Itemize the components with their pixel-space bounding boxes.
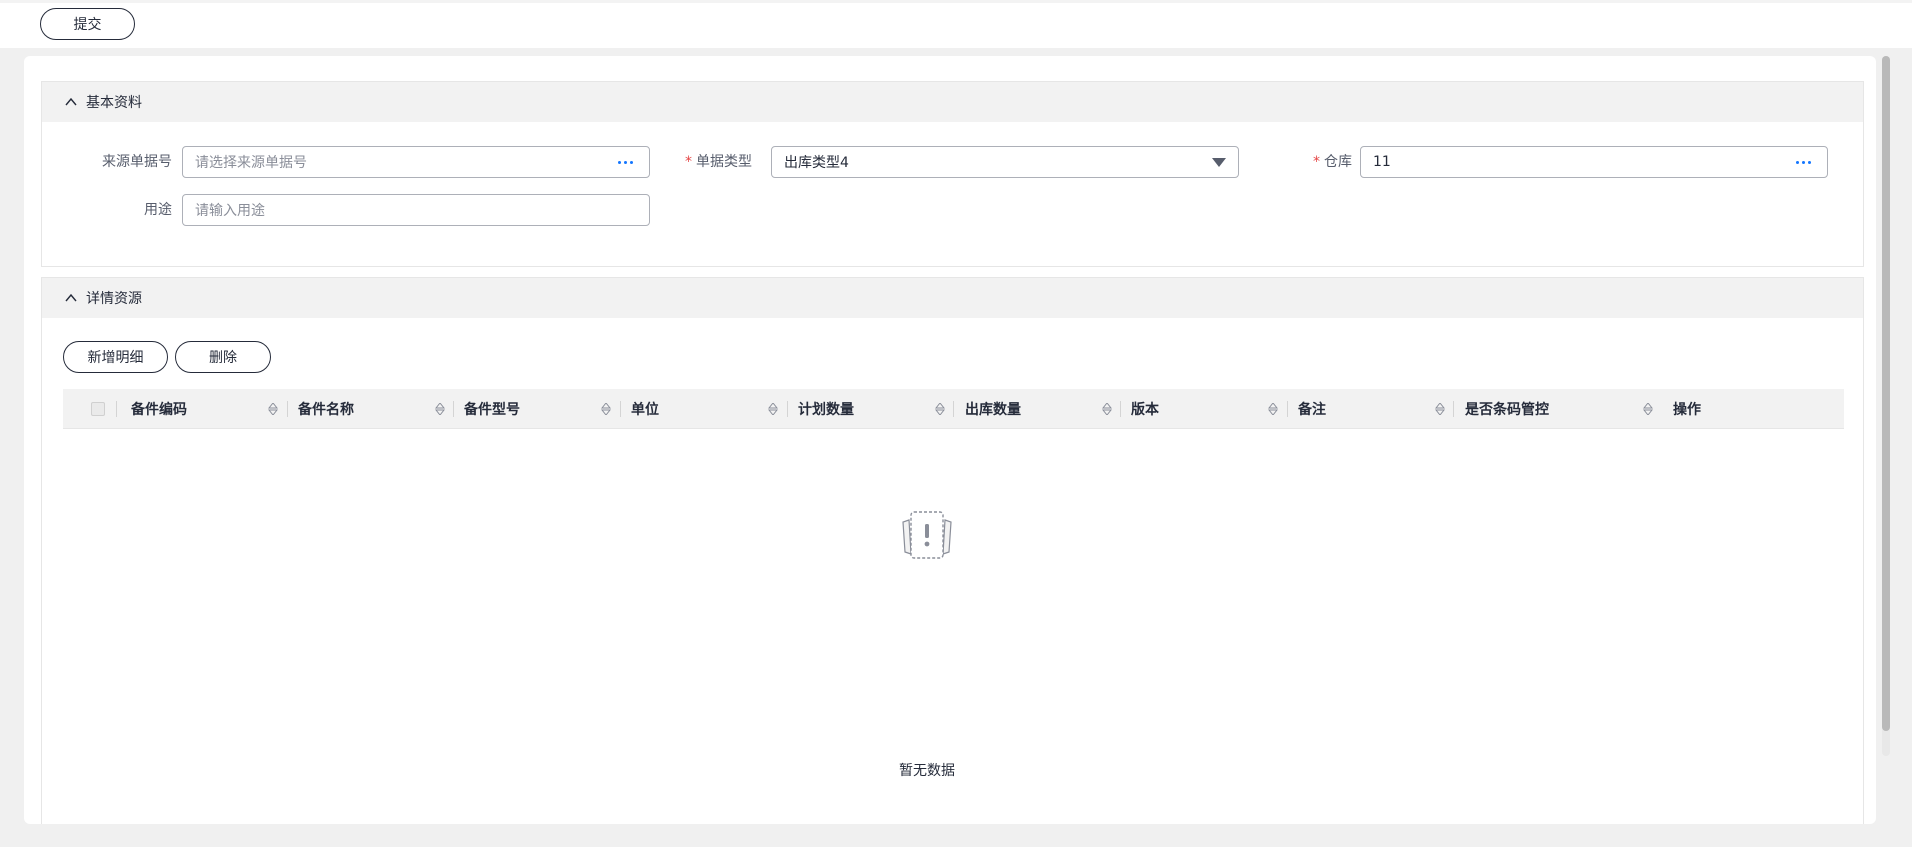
form-panel: 基本资料 来源单据号 请选择来源单据号 * 单据类型 出库类型4 * 仓库 11 用…: [24, 56, 1876, 824]
detail-header[interactable]: 详情资源: [42, 278, 1863, 318]
sort-icon[interactable]: [1435, 403, 1445, 415]
column-header[interactable]: 备件编码: [131, 389, 187, 429]
submit-button[interactable]: 提交: [40, 8, 135, 40]
sort-icon[interactable]: [768, 403, 778, 415]
chevron-up-icon: [65, 97, 77, 106]
doc-type-value: 出库类型4: [784, 155, 849, 171]
sort-icon[interactable]: [1268, 403, 1278, 415]
column-header[interactable]: 备件型号: [464, 389, 520, 429]
empty-state-text: 暂无数据: [899, 763, 955, 779]
purpose-placeholder: 请输入用途: [195, 203, 265, 219]
empty-state-icon: [902, 511, 952, 559]
chevron-up-icon: [65, 293, 77, 302]
source-no-label: 来源单据号: [102, 154, 172, 170]
sort-icon[interactable]: [1102, 403, 1112, 415]
column-header[interactable]: 备件名称: [298, 389, 354, 429]
sort-icon[interactable]: [435, 403, 445, 415]
table-header: 备件编码 备件名称 备件型号 单位 计划数量 出库数量 版本 备注 是否条码管控…: [63, 389, 1844, 429]
column-header[interactable]: 单位: [631, 389, 659, 429]
purpose-label: 用途: [144, 202, 172, 218]
source-no-placeholder: 请选择来源单据号: [195, 155, 307, 171]
warehouse-value: 11: [1373, 154, 1391, 170]
dropdown-caret-icon: [1212, 158, 1226, 167]
basic-info-section: 基本资料 来源单据号 请选择来源单据号 * 单据类型 出库类型4 * 仓库 11 用…: [41, 81, 1864, 267]
sort-icon[interactable]: [601, 403, 611, 415]
column-header[interactable]: 出库数量: [965, 389, 1021, 429]
basic-info-title: 基本资料: [86, 95, 142, 111]
add-detail-button[interactable]: 新增明细: [63, 341, 168, 373]
sort-icon[interactable]: [268, 403, 278, 415]
column-header[interactable]: 版本: [1131, 389, 1159, 429]
more-icon[interactable]: [1796, 147, 1811, 177]
purpose-input[interactable]: 请输入用途: [182, 194, 650, 226]
top-toolbar: 提交: [0, 0, 1912, 48]
delete-button[interactable]: 删除: [175, 341, 271, 373]
column-header[interactable]: 是否条码管控: [1465, 389, 1549, 429]
doc-type-label: * 单据类型: [685, 154, 752, 170]
scrollbar-thumb[interactable]: [1882, 56, 1890, 731]
detail-title: 详情资源: [86, 291, 142, 307]
basic-info-header[interactable]: 基本资料: [42, 82, 1863, 122]
sort-icon[interactable]: [1643, 403, 1653, 415]
more-icon[interactable]: [618, 147, 633, 177]
warehouse-field[interactable]: 11: [1360, 146, 1828, 178]
doc-type-select[interactable]: 出库类型4: [771, 146, 1239, 178]
column-header[interactable]: 计划数量: [798, 389, 854, 429]
source-no-field[interactable]: 请选择来源单据号: [182, 146, 650, 178]
column-header[interactable]: 备注: [1298, 389, 1326, 429]
column-header-actions: 操作: [1673, 402, 1701, 418]
warehouse-label: * 仓库: [1313, 154, 1352, 170]
sort-icon[interactable]: [935, 403, 945, 415]
select-all-checkbox[interactable]: [91, 402, 105, 416]
